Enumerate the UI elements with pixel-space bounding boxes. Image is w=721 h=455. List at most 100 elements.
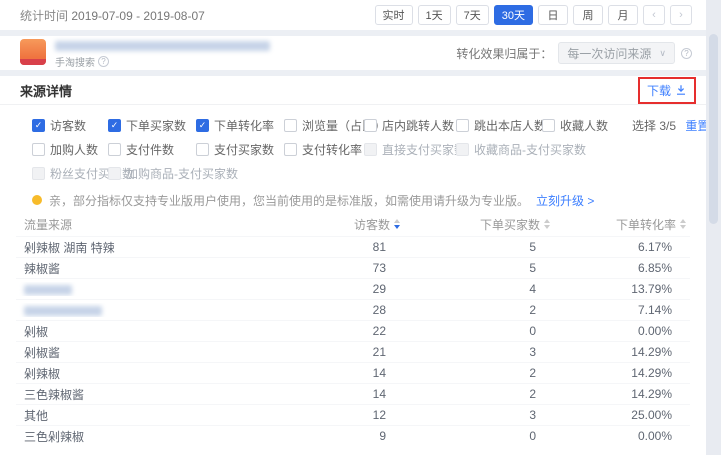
metric-label: 下单转化率 [214,117,274,134]
order-buyers-value: 5 [404,240,554,254]
source-name [16,282,308,296]
order-conversion-value: 14.29% [554,345,690,359]
metric-checkbox[interactable]: ✓ 访客数 [32,117,108,134]
metric-label: 加购商品-支付买家数 [126,165,238,182]
metric-checkbox[interactable]: ✓跳出本店人数 [456,117,542,134]
product-channel: 手淘搜索 ? [55,54,270,69]
time-button[interactable]: 日 [538,5,568,25]
checkbox-icon: ✓ [456,143,469,156]
metric-checkbox[interactable]: ✓ 支付件数 [108,141,196,158]
chevron-down-icon: ∨ [659,48,666,59]
source-name: 剁椒 [16,323,308,340]
metric-checkbox[interactable]: ✓下单买家数 [108,117,196,134]
column-header-order-conversion[interactable]: 下单转化率 [554,216,690,233]
order-buyers-value: 3 [404,408,554,422]
chevron-right-icon[interactable]: › [670,5,692,25]
download-label: 下载 [647,82,671,99]
table-row: 辣椒酱7356.85% [16,257,690,278]
time-button[interactable]: 实时 [375,5,413,25]
help-icon[interactable]: ? [98,56,109,67]
chevron-left-icon[interactable]: ‹ [643,5,665,25]
time-button[interactable]: 7天 [456,5,489,25]
metric-checkbox: ✓粉丝支付买家数 [32,165,108,182]
attribution-label: 转化效果归属于： [456,45,552,62]
order-conversion-value: 6.17% [554,240,690,254]
checkbox-icon: ✓ [32,167,45,180]
checkbox-icon: ✓ [196,143,209,156]
metric-selection-info: 选择 3/5 重置 [632,117,709,134]
product-summary: 手淘搜索 ? [20,37,270,69]
upgrade-link[interactable]: 立刻升级 > [536,192,594,209]
order-buyers-value: 2 [404,366,554,380]
visitors-value: 21 [308,345,404,359]
metric-checkbox-grid: 选择 3/5 重置 ✓访客数✓下单买家数✓下单转化率✓浏览量（占比）✓店内跳转人… [0,105,706,192]
column-header-order-buyers[interactable]: 下单买家数 [404,216,554,233]
order-conversion-value: 14.29% [554,366,690,380]
scrollbar-track[interactable] [706,0,721,455]
metric-checkbox[interactable]: ✓支付买家数 [196,141,284,158]
stat-time-label: 统计时间 [20,9,68,23]
metric-checkbox[interactable]: ✓ 下单转化率 [196,117,284,134]
source-detail-panel: 来源详情 下载 选择 3/5 重置 ✓访客数✓下单买家数✓下单转化率✓浏览量（占… [0,76,706,455]
help-icon[interactable]: ? [681,48,692,59]
metric-label: 访客数 [50,117,86,134]
metric-checkbox[interactable]: ✓店内跳转人数 [364,117,456,134]
redacted-source-name [24,306,102,316]
table-row: 其他12325.00% [16,404,690,425]
metric-checkbox[interactable]: ✓加购人数 [32,141,108,158]
stat-date-range: 2019-07-09 - 2019-08-07 [71,9,204,23]
table-row: 三色辣椒酱14214.29% [16,383,690,404]
order-conversion-value: 25.00% [554,408,690,422]
metric-label: 支付件数 [126,141,174,158]
scrollbar-thumb[interactable] [709,34,718,224]
source-name: 剁椒酱 [16,344,308,361]
table-row: 剁辣椒 湖南 特辣8156.17% [16,236,690,257]
visitors-value: 29 [308,282,404,296]
page: 统计时间 2019-07-09 - 2019-08-07 实时1天7天30天日周… [0,0,706,455]
source-name: 其他 [16,407,308,424]
metric-checkbox[interactable]: ✓收藏人数 [542,117,632,134]
sort-icon [544,219,550,229]
metric-checkbox: ✓收藏商品-支付买家数 [456,141,542,158]
attribution-select[interactable]: 每一次访问来源 ∨ [558,42,675,64]
redacted-source-name [24,285,72,295]
metric-checkbox[interactable]: ✓ 支付转化率 [284,141,364,158]
checkbox-icon: ✓ [364,119,377,132]
table-row: 剁椒2200.00% [16,320,690,341]
time-button[interactable]: 周 [573,5,603,25]
sort-icon [680,219,686,229]
column-header-visitors[interactable]: 访客数 [308,216,404,233]
checkbox-icon: ✓ [196,119,209,132]
time-button[interactable]: 1天 [418,5,451,25]
checkbox-icon: ✓ [108,143,121,156]
order-conversion-value: 6.85% [554,261,690,275]
column-header-source: 流量来源 [16,216,308,233]
metric-label: 支付转化率 [302,141,362,158]
table-header-row: 流量来源 访客数 下单买家数 下单转化率 [16,212,690,236]
attribution-control: 转化效果归属于： 每一次访问来源 ∨ ? [456,42,692,64]
checkbox-icon: ✓ [32,119,45,132]
download-button[interactable]: 下载 [647,82,687,99]
metric-checkbox: ✓直接支付买家数 [364,141,456,158]
table-row: 三色剁辣椒900.00% [16,425,690,446]
order-buyers-value: 0 [404,324,554,338]
metric-checkbox[interactable]: ✓浏览量（占比） [284,117,364,134]
metric-label: 跳出本店人数 [474,117,546,134]
product-thumbnail [20,39,46,65]
checkbox-icon: ✓ [364,143,377,156]
checkbox-icon: ✓ [284,143,297,156]
annotation-highlight-box: 下载 [638,77,696,104]
order-buyers-value: 4 [404,282,554,296]
order-conversion-value: 14.29% [554,387,690,401]
time-button[interactable]: 30天 [494,5,533,25]
checkbox-icon: ✓ [108,119,121,132]
time-button[interactable]: 月 [608,5,638,25]
panel-title: 来源详情 [20,81,72,100]
table-row: 剁椒酱21314.29% [16,341,690,362]
source-name: 剁辣椒 [16,365,308,382]
metric-checkbox: ✓加购商品-支付买家数 [108,165,196,182]
order-conversion-value: 7.14% [554,303,690,317]
channel-label: 手淘搜索 [55,54,95,69]
source-name: 三色辣椒酱 [16,386,308,403]
table-body: 剁辣椒 湖南 特辣8156.17%辣椒酱7356.85%29413.79%282… [16,236,690,446]
